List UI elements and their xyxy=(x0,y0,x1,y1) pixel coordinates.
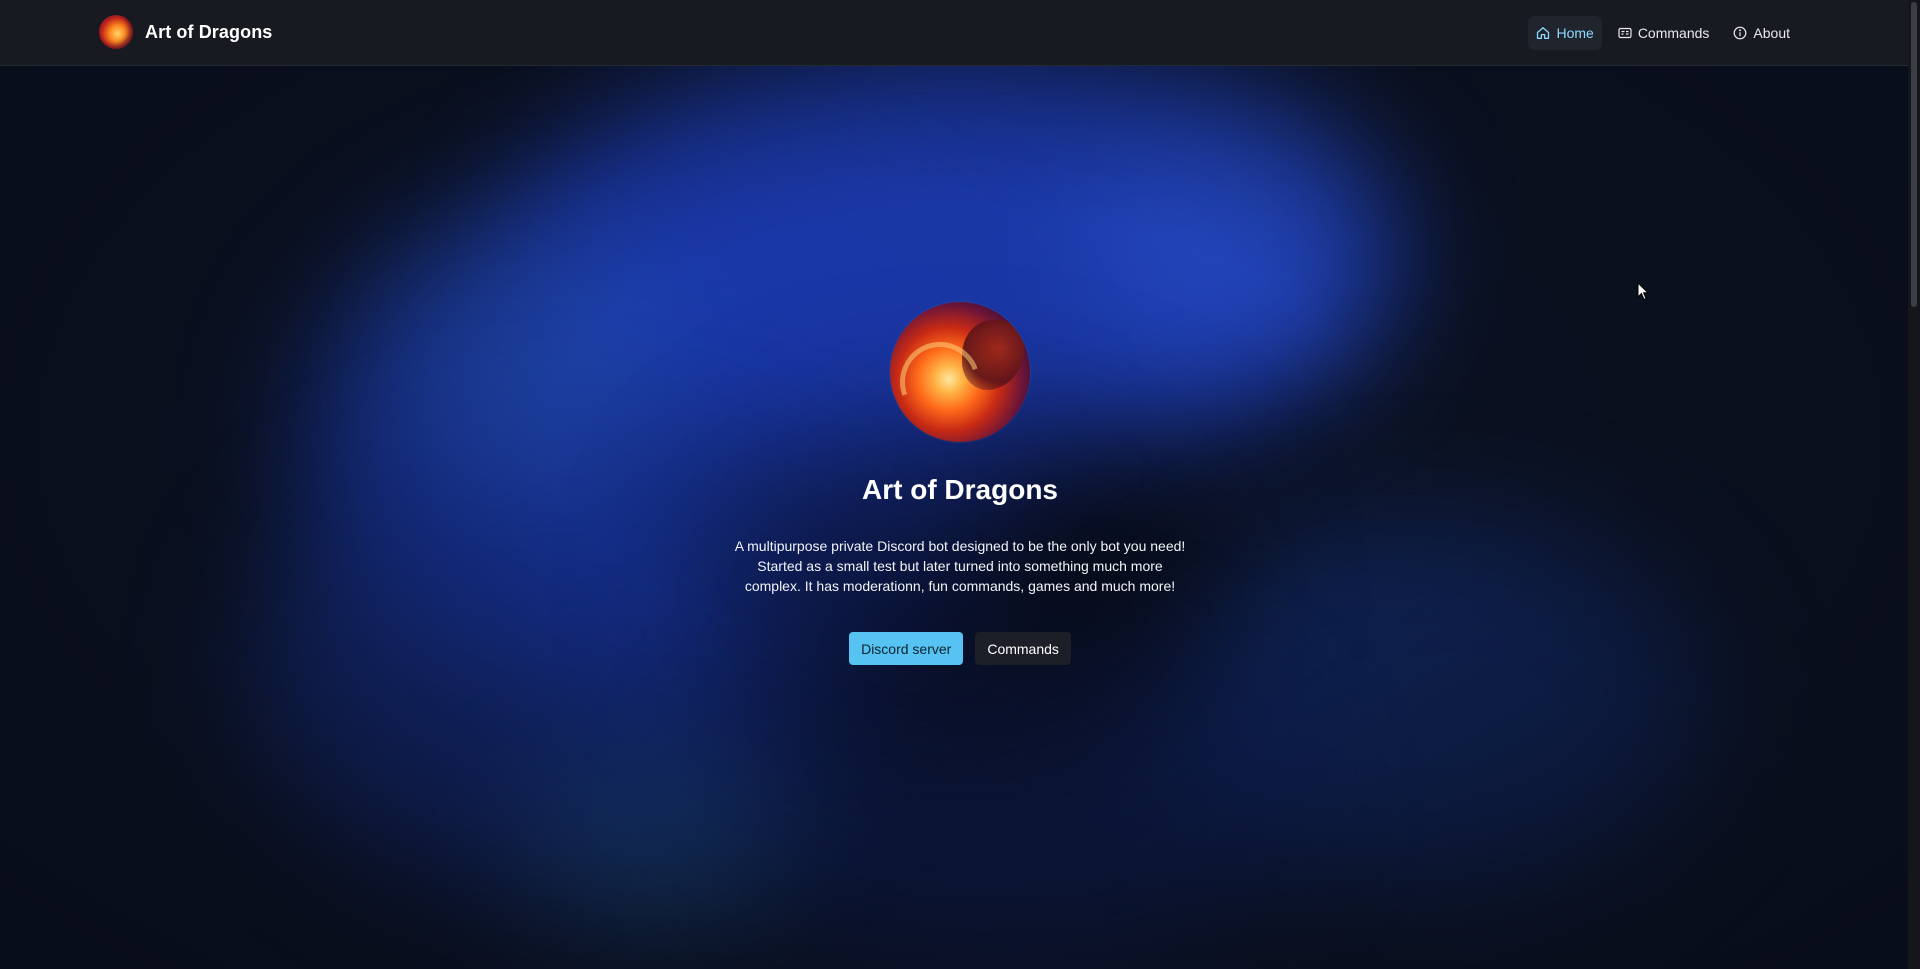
nav-link-label: Home xyxy=(1556,25,1594,41)
page-scrollbar[interactable] xyxy=(1908,0,1920,969)
hero-description: A multipurpose private Discord bot desig… xyxy=(734,538,1186,594)
hero-buttons: Discord server Commands xyxy=(849,632,1071,665)
nav-link-home[interactable]: Home xyxy=(1528,16,1602,50)
page: Art of Dragons Home Commands About Art o… xyxy=(0,0,1920,969)
mouse-cursor-icon xyxy=(1637,281,1650,306)
brand-logo xyxy=(99,15,133,49)
hero-title: Art of Dragons xyxy=(862,474,1058,505)
navbar: Art of Dragons Home Commands About xyxy=(0,0,1908,66)
nav-link-label: Commands xyxy=(1637,25,1710,41)
hero-section: Art of Dragons A multipurpose private Di… xyxy=(0,0,1920,665)
nav-link-label: About xyxy=(1753,25,1790,41)
discord-server-button[interactable]: Discord server xyxy=(849,632,964,665)
home-icon xyxy=(1536,26,1550,40)
nav-links: Home Commands About xyxy=(1528,16,1798,50)
nav-link-about[interactable]: About xyxy=(1725,16,1798,50)
info-icon xyxy=(1733,26,1747,40)
nav-link-commands[interactable]: Commands xyxy=(1610,16,1718,50)
commands-icon xyxy=(1618,26,1632,40)
brand-link[interactable]: Art of Dragons xyxy=(99,15,272,49)
scrollbar-thumb[interactable] xyxy=(1911,2,1917,307)
commands-button[interactable]: Commands xyxy=(975,632,1071,665)
brand-name: Art of Dragons xyxy=(145,21,273,42)
bot-avatar xyxy=(890,302,1030,442)
